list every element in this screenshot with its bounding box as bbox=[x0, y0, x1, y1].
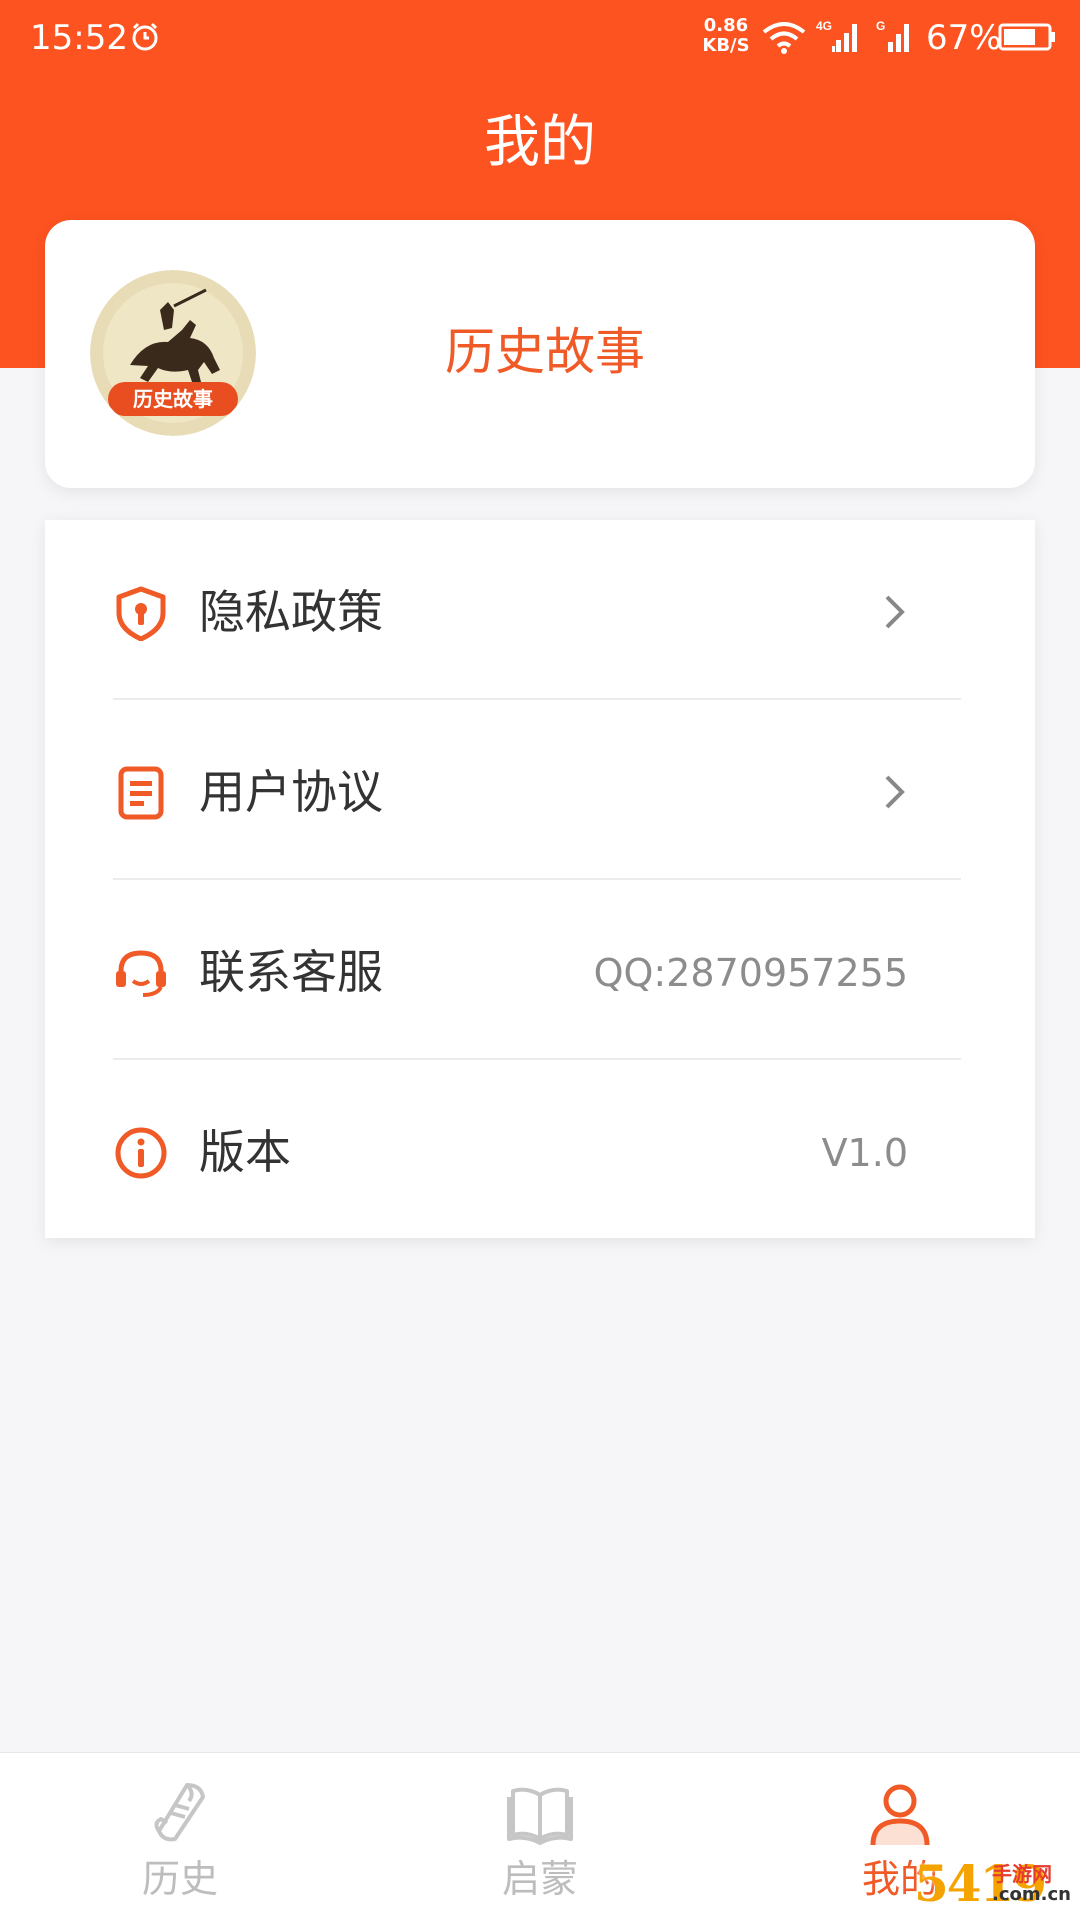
scroll-icon bbox=[154, 1783, 205, 1842]
network-g-label: G bbox=[876, 19, 885, 33]
tab-enlightenment[interactable]: 启蒙 bbox=[360, 1753, 720, 1921]
menu-item-label: 用户协议 bbox=[199, 765, 383, 819]
status-bar: 15:52 0.86 KB/S 4G G 67% bbox=[0, 0, 1080, 78]
info-icon bbox=[115, 1127, 167, 1179]
menu-item-user-agreement[interactable]: 用户协议 bbox=[45, 700, 983, 880]
watermark-text-bottom: .com.cn bbox=[992, 1884, 1071, 1905]
signal-g-icon: G bbox=[876, 19, 909, 52]
tab-label: 历史 bbox=[141, 1857, 218, 1901]
headset-icon bbox=[116, 950, 166, 997]
page-title: 我的 bbox=[484, 110, 596, 175]
version-value: V1.0 bbox=[821, 1131, 908, 1175]
battery-percent: 67% bbox=[926, 18, 1002, 58]
contact-qq-value: QQ:2870957255 bbox=[593, 951, 908, 995]
document-icon bbox=[118, 766, 164, 820]
tab-history[interactable]: 历史 bbox=[0, 1753, 360, 1921]
signal-4g-icon: 4G bbox=[816, 19, 857, 52]
watermark-logo: 5419 手游网 .com.cn bbox=[914, 1854, 1074, 1914]
menu-card: 隐私政策 用户协议 联系客服 QQ:2870957255 版本 V1.0 bbox=[45, 520, 1035, 1238]
chevron-right-icon bbox=[885, 595, 905, 629]
menu-item-label: 联系客服 bbox=[199, 945, 383, 999]
person-icon bbox=[870, 1784, 930, 1846]
menu-item-label: 隐私政策 bbox=[199, 585, 383, 639]
watermark-text-top: 手游网 bbox=[992, 1862, 1052, 1886]
network-4g-label: 4G bbox=[816, 19, 832, 33]
network-speed-unit: KB/S bbox=[702, 35, 750, 56]
menu-item-privacy-policy[interactable]: 隐私政策 bbox=[45, 520, 983, 700]
menu-item-version[interactable]: 版本 V1.0 bbox=[45, 1060, 983, 1240]
avatar-badge-text: 历史故事 bbox=[133, 387, 213, 411]
chevron-right-icon bbox=[885, 775, 905, 809]
tab-label: 启蒙 bbox=[501, 1857, 578, 1901]
shield-icon bbox=[116, 586, 166, 641]
menu-item-contact-service[interactable]: 联系客服 QQ:2870957255 bbox=[45, 880, 983, 1060]
menu-item-label: 版本 bbox=[199, 1125, 291, 1179]
alarm-icon bbox=[132, 22, 158, 51]
network-speed: 0.86 KB/S bbox=[700, 16, 752, 56]
profile-card: 历史故事 历史故事 bbox=[45, 220, 1035, 488]
wifi-icon bbox=[762, 22, 806, 54]
avatar[interactable]: 历史故事 bbox=[90, 270, 256, 436]
battery-icon bbox=[998, 23, 1055, 51]
book-icon bbox=[507, 1787, 573, 1845]
network-speed-value: 0.86 bbox=[703, 15, 749, 36]
status-time: 15:52 bbox=[30, 18, 128, 58]
profile-name: 历史故事 bbox=[445, 323, 645, 381]
